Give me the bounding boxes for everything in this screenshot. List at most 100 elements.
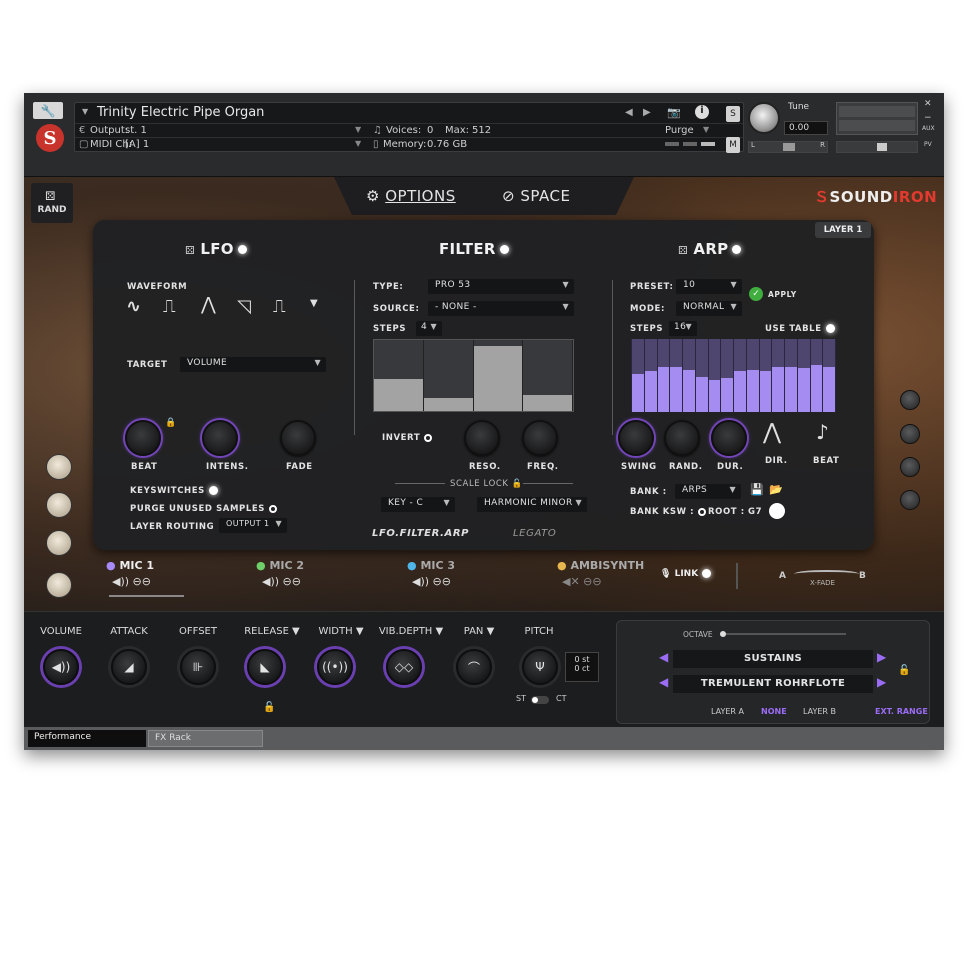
attack-knob[interactable]: ◢ [111,649,147,685]
octave-slider-handle[interactable] [720,631,726,637]
arp-step[interactable] [721,339,733,412]
filter-step[interactable] [423,340,474,411]
vib-depth-knob[interactable]: ◇◇ [386,649,422,685]
lfo-power-toggle[interactable] [237,245,247,254]
patch-selector[interactable]: TREMULENT ROHRFLOTE [673,675,873,693]
arp-step[interactable] [785,339,797,412]
pan-slider-handle[interactable] [783,143,795,151]
tab-legato[interactable]: LEGATO [513,528,556,539]
articulation-selector[interactable]: SUSTAINS [673,650,873,668]
filter-step[interactable] [473,340,524,411]
midi-dropdown-icon[interactable]: ▼ [355,139,361,148]
tab-lfo-filter-arp[interactable]: LFO.FILTER.ARP [372,528,469,539]
instrument-title[interactable]: Trinity Electric Pipe Organ [97,105,264,120]
waveform-dropdown-icon[interactable]: ▼ [310,298,318,309]
arp-swing-knob[interactable] [618,420,654,456]
minimize-icon[interactable]: − [924,113,932,123]
tab-space[interactable]: ⊘ SPACE [502,187,570,205]
sine-wave-icon[interactable]: ∿ [126,296,141,317]
volume-slider[interactable] [836,141,918,153]
arp-step[interactable] [797,339,810,412]
prev-articulation-icon[interactable]: ◀ [659,650,668,664]
output-dropdown-icon[interactable]: ▼ [355,125,361,134]
arp-step[interactable] [772,339,784,412]
lock-open-icon[interactable]: 🔓 [898,665,910,676]
target-dropdown[interactable]: VOLUME [180,357,326,372]
mic-link[interactable]: 🎙 LINK [660,569,712,579]
arp-step[interactable] [670,339,682,412]
arp-mode-dropdown[interactable]: NORMAL [676,301,742,316]
release-knob[interactable]: ◣ [247,649,283,685]
midi-value[interactable]: [A] 1 [125,139,149,150]
purge-unused-toggle[interactable] [269,504,278,513]
xfade-slider[interactable] [794,570,859,578]
arp-step[interactable] [823,339,835,412]
root-value[interactable]: G7 [748,507,762,517]
width-knob[interactable]: ((•)) [317,649,353,685]
filter-source-dropdown[interactable]: - NONE - [428,301,574,316]
arp-step[interactable] [759,339,772,412]
arp-rand-knob[interactable] [664,420,700,456]
layer-badge[interactable]: LAYER 1 [815,222,871,238]
lfo-fade-knob[interactable] [280,420,316,456]
pan-knob[interactable]: ⌒ [456,649,492,685]
mic-1-level[interactable] [109,595,184,597]
ext-range-button[interactable]: EXT. RANGE [875,707,928,716]
layer-routing-dropdown[interactable]: OUTPUT 1 [219,518,287,533]
folder-icon[interactable]: 📂 [769,483,783,496]
pan-slider[interactable]: L R [748,141,828,153]
volume-knob[interactable]: ◀)) [43,649,79,685]
arp-step[interactable] [632,339,644,412]
octave-slider[interactable] [720,631,846,637]
keyswitches-toggle[interactable] [208,486,218,495]
next-patch-icon[interactable]: ▶ [877,675,886,689]
tune-knob[interactable] [748,102,780,134]
scale-dropdown[interactable]: HARMONIC MINOR [477,497,587,512]
camera-icon[interactable]: 📷 [667,106,681,119]
square-wave-icon[interactable]: ⎍ [163,296,176,317]
prev-patch-icon[interactable]: ◀ [659,675,668,689]
arp-dur-knob[interactable] [711,420,747,456]
arp-power-toggle[interactable] [732,245,742,254]
filter-type-dropdown[interactable]: PRO 53 [428,279,574,294]
offset-knob[interactable]: ⊪ [180,649,216,685]
pv-button[interactable]: PV [924,141,932,148]
mic-2[interactable]: ● MIC 2 [256,559,304,572]
bank-ksw-toggle[interactable] [698,507,707,516]
layer-a-value[interactable]: NONE [761,707,787,716]
note-icon[interactable]: ♪ [816,420,829,444]
lock-icon[interactable]: 🔒 [165,418,176,428]
pitch-readout[interactable]: 0 st 0 ct [565,652,599,682]
direction-icon[interactable]: ⋀ [763,420,781,445]
tab-fx-rack[interactable]: FX Rack [148,730,263,747]
filter-steps-value[interactable]: 4 [416,321,442,336]
output-value[interactable]: st. 1 [125,125,147,136]
info-icon[interactable]: i [695,105,709,119]
saw-wave-icon[interactable]: ◹ [237,296,251,317]
width-label[interactable]: WIDTH ▼ [301,626,381,637]
arp-step[interactable] [644,339,657,412]
apply-label[interactable]: APPLY [768,290,797,299]
rand-button[interactable]: ⚄ RAND [31,183,73,223]
mic-3[interactable]: ● MIC 3 [407,559,455,572]
arp-step[interactable] [695,339,708,412]
mic-link-toggle[interactable] [702,569,712,578]
close-icon[interactable]: ✕ [924,99,932,109]
arp-step-table[interactable] [631,339,836,412]
lfo-beat-knob[interactable] [125,420,161,456]
lock-open-icon[interactable]: 🔓 [512,479,523,489]
purge-label[interactable]: Purge [665,125,694,136]
filter-freq-knob[interactable] [522,420,558,456]
filter-step-sequencer[interactable] [373,339,574,412]
volume-slider-handle[interactable] [877,143,887,151]
apply-check-icon[interactable]: ✓ [749,287,763,301]
arp-step[interactable] [746,339,759,412]
aux-button[interactable]: AUX [922,125,935,132]
save-icon[interactable]: 💾 [750,483,764,496]
speaker-link-icons[interactable]: ◀)) ⊖⊖ [412,575,451,588]
filter-power-toggle[interactable] [499,245,509,254]
next-articulation-icon[interactable]: ▶ [877,650,886,664]
solo-button[interactable]: S [726,106,740,122]
ambisynth[interactable]: ● AMBISYNTH [557,559,644,572]
root-knob[interactable] [769,503,785,519]
